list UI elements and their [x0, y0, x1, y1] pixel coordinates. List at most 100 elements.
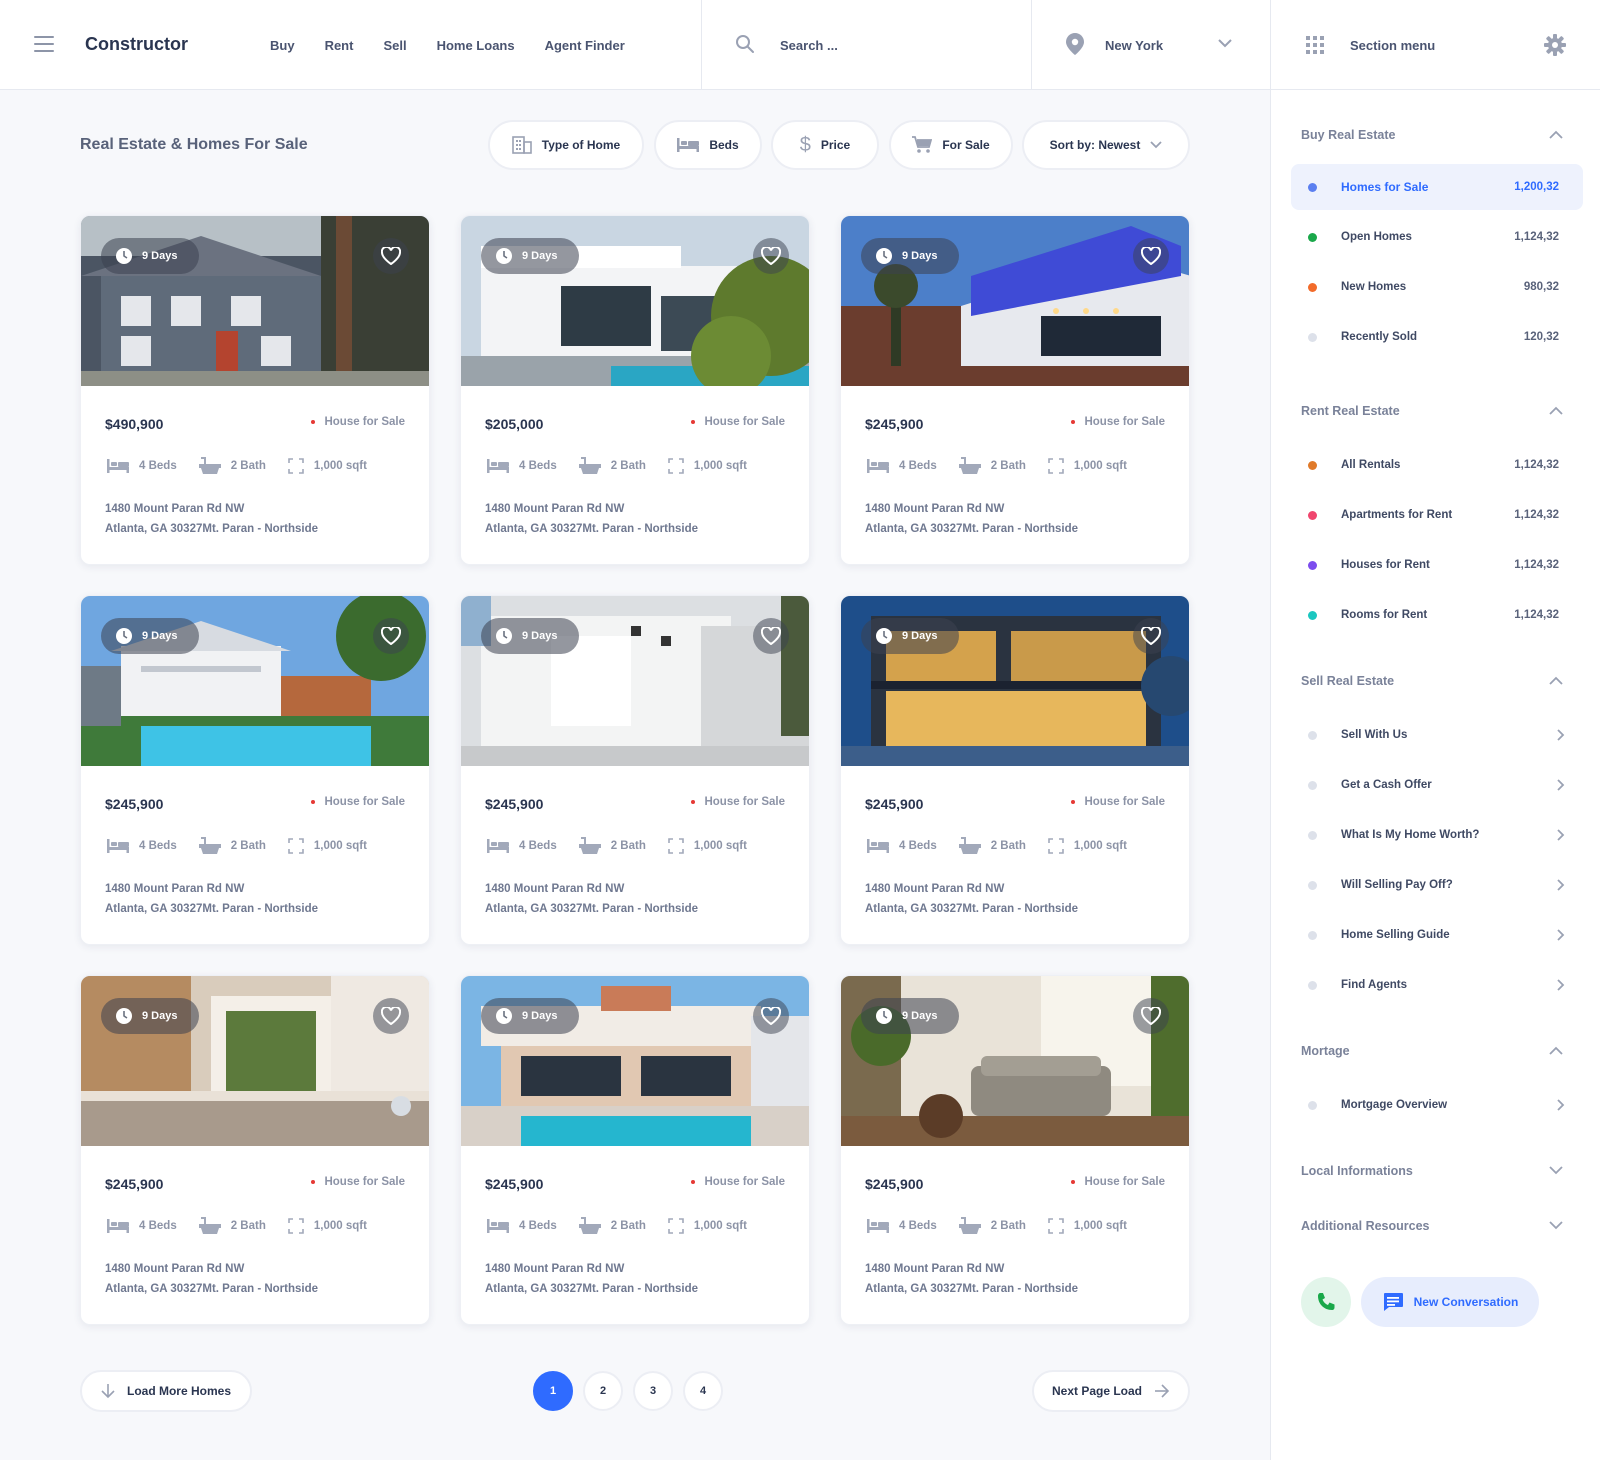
section-heading-buy[interactable]: Buy Real Estate: [1301, 128, 1395, 142]
heart-icon: [1141, 1007, 1161, 1025]
listing-card[interactable]: 9 Days $245,900 House for Sale 4 Beds 2 Bath…: [840, 215, 1190, 565]
page-1-button[interactable]: 1: [533, 1371, 573, 1411]
filter-for-sale[interactable]: For Sale: [889, 120, 1013, 170]
days-listed-text: 9 Days: [522, 250, 558, 262]
area-expand-icon: [288, 458, 304, 474]
new-conversation-button[interactable]: New Conversation: [1361, 1277, 1539, 1327]
chevron-up-icon[interactable]: [1549, 676, 1563, 685]
beds-feature: 4 Beds: [867, 459, 937, 473]
listing-card[interactable]: 9 Days $245,900 House for Sale 4 Beds 2 Bath…: [840, 595, 1190, 945]
bath-feature: 2 Bath: [198, 456, 266, 476]
nav-home-loans[interactable]: Home Loans: [437, 38, 515, 53]
listing-card[interactable]: 9 Days $245,900 House for Sale 4 Beds 2 Bath…: [460, 595, 810, 945]
listing-card[interactable]: 9 Days $205,000 House for Sale 4 Beds 2 Bath…: [460, 215, 810, 565]
location-select[interactable]: New York: [1105, 38, 1163, 53]
sidebar-item[interactable]: Houses for Rent 1,124,32: [1291, 542, 1583, 588]
sidebar-item[interactable]: Homes for Sale 1,200,32: [1291, 164, 1583, 210]
area-feature: 1,000 sqft: [1048, 838, 1127, 854]
favorite-button[interactable]: [753, 618, 789, 654]
color-dot: [1308, 182, 1317, 192]
section-heading-mortgage[interactable]: Mortage: [1301, 1044, 1350, 1058]
sidebar-link[interactable]: Find Agents: [1291, 962, 1583, 1008]
nav-buy[interactable]: Buy: [270, 38, 295, 53]
area-feature: 1,000 sqft: [668, 1218, 747, 1234]
sidebar-link[interactable]: Sell With Us: [1291, 712, 1583, 758]
chevron-up-icon[interactable]: [1549, 1046, 1563, 1055]
heart-icon: [761, 1007, 781, 1025]
nav-agent-finder[interactable]: Agent Finder: [545, 38, 625, 53]
page-4-button[interactable]: 4: [683, 1371, 723, 1411]
sort-dropdown[interactable]: Sort by: Newest: [1022, 120, 1190, 170]
favorite-button[interactable]: [373, 238, 409, 274]
sidebar-item[interactable]: New Homes 980,32: [1291, 264, 1583, 310]
sidebar-item[interactable]: Rooms for Rent 1,124,32: [1291, 592, 1583, 638]
sidebar-link[interactable]: What Is My Home Worth?: [1291, 812, 1583, 858]
next-page-button[interactable]: Next Page Load: [1032, 1370, 1190, 1412]
chevron-down-icon[interactable]: [1218, 38, 1232, 48]
address-line-2: Atlanta, GA 30327Mt. Paran - Northside: [865, 903, 1079, 915]
nav-sell[interactable]: Sell: [383, 38, 406, 53]
listing-card[interactable]: 9 Days $245,900 House for Sale 4 Beds 2 Bath…: [460, 975, 810, 1325]
load-more-button[interactable]: Load More Homes: [80, 1370, 252, 1412]
search-icon[interactable]: [735, 34, 755, 54]
section-heading-additional[interactable]: Additional Resources: [1301, 1219, 1430, 1233]
call-button[interactable]: [1301, 1277, 1351, 1327]
chevron-down-icon[interactable]: [1549, 1221, 1563, 1230]
bath-text: 2 Bath: [990, 840, 1026, 852]
listing-price: $490,900: [105, 416, 164, 432]
listing-address: 1480 Mount Paran Rd NW Atlanta, GA 30327M…: [865, 879, 1078, 919]
bath-text: 2 Bath: [610, 1220, 646, 1232]
hamburger-menu-icon[interactable]: [34, 36, 54, 52]
sidebar-link[interactable]: Get a Cash Offer: [1291, 762, 1583, 808]
area-expand-icon: [288, 1218, 304, 1234]
heart-icon: [381, 627, 401, 645]
beds-feature: 4 Beds: [107, 459, 177, 473]
section-heading-sell[interactable]: Sell Real Estate: [1301, 674, 1394, 688]
page-2-button[interactable]: 2: [583, 1371, 623, 1411]
apps-grid-icon[interactable]: [1306, 36, 1324, 54]
sidebar-link[interactable]: Mortgage Overview: [1291, 1082, 1583, 1128]
favorite-button[interactable]: [373, 998, 409, 1034]
filter-price[interactable]: $ Price: [771, 120, 879, 170]
right-sidebar: Buy Real Estate Homes for Sale 1,200,32 Op…: [1270, 90, 1600, 1460]
bath-feature: 2 Bath: [198, 1216, 266, 1236]
favorite-button[interactable]: [1133, 618, 1169, 654]
favorite-button[interactable]: [373, 618, 409, 654]
nav-rent[interactable]: Rent: [325, 38, 354, 53]
page-3-button[interactable]: 3: [633, 1371, 673, 1411]
listing-card[interactable]: 9 Days $245,900 House for Sale 4 Beds 2 Bath…: [80, 595, 430, 945]
section-heading-rent[interactable]: Rent Real Estate: [1301, 404, 1400, 418]
chevron-up-icon[interactable]: [1549, 130, 1563, 139]
area-feature: 1,000 sqft: [288, 838, 367, 854]
favorite-button[interactable]: [1133, 238, 1169, 274]
gear-icon[interactable]: [1544, 34, 1566, 56]
listing-card[interactable]: 9 Days $245,900 House for Sale 4 Beds 2 Bath…: [840, 975, 1190, 1325]
sidebar-item[interactable]: Apartments for Rent 1,124,32: [1291, 492, 1583, 538]
location-pin-icon: [1066, 33, 1084, 55]
filter-beds[interactable]: Beds: [654, 120, 762, 170]
section-menu-label[interactable]: Section menu: [1350, 38, 1435, 53]
area-expand-icon: [1048, 1218, 1064, 1234]
sidebar-item[interactable]: All Rentals 1,124,32: [1291, 442, 1583, 488]
bathtub-icon: [578, 837, 601, 854]
search-input[interactable]: Search ...: [780, 38, 838, 53]
filter-type-of-home[interactable]: Type of Home: [488, 120, 644, 170]
sidebar-item-count: 1,124,32: [1514, 459, 1559, 471]
brand-logo[interactable]: Constructor: [85, 34, 188, 55]
favorite-button[interactable]: [1133, 998, 1169, 1034]
sidebar-link[interactable]: Will Selling Pay Off?: [1291, 862, 1583, 908]
chevron-up-icon[interactable]: [1549, 406, 1563, 415]
listing-card[interactable]: 9 Days $490,900 House for Sale 4 Beds 2 Bath…: [80, 215, 430, 565]
listing-address: 1480 Mount Paran Rd NW Atlanta, GA 30327M…: [105, 879, 318, 919]
bath-feature: 2 Bath: [958, 836, 1026, 856]
sidebar-item[interactable]: Recently Sold 120,32: [1291, 314, 1583, 360]
clock-icon: [496, 628, 512, 644]
sidebar-item[interactable]: Open Homes 1,124,32: [1291, 214, 1583, 260]
listing-card[interactable]: 9 Days $245,900 House for Sale 4 Beds 2 Bath…: [80, 975, 430, 1325]
favorite-button[interactable]: [753, 998, 789, 1034]
chevron-down-icon[interactable]: [1549, 1166, 1563, 1175]
section-heading-local[interactable]: Local Informations: [1301, 1164, 1413, 1178]
favorite-button[interactable]: [753, 238, 789, 274]
sidebar-link[interactable]: Home Selling Guide: [1291, 912, 1583, 958]
bed-icon: [487, 839, 509, 853]
